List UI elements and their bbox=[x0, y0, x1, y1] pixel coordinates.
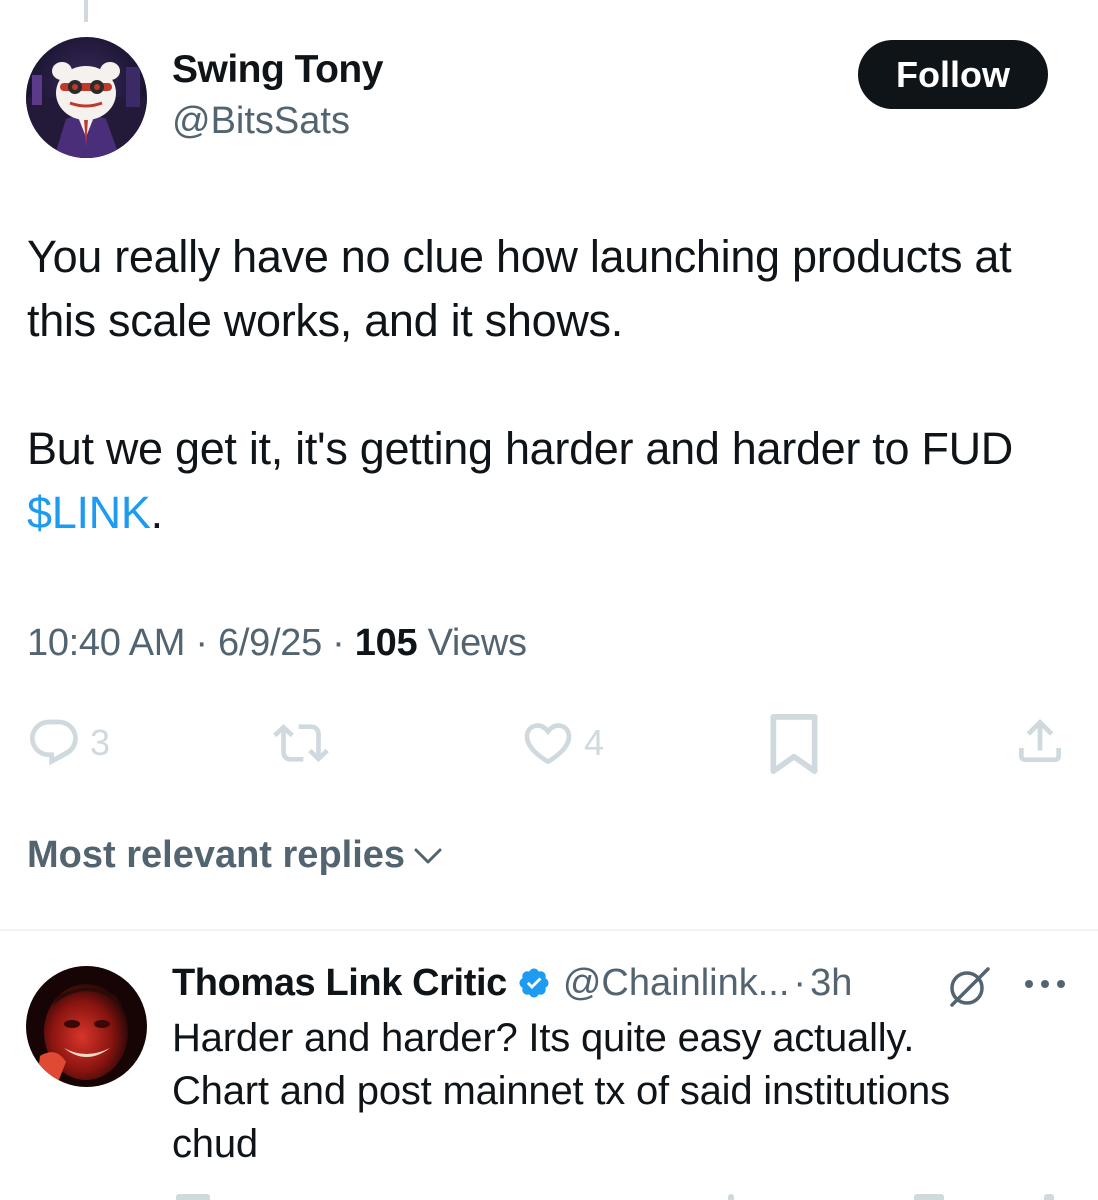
grok-icon[interactable] bbox=[944, 962, 994, 1012]
like-button[interactable]: 4 bbox=[520, 715, 604, 771]
chevron-down-icon bbox=[414, 848, 442, 863]
meta-separator: · bbox=[332, 622, 345, 664]
replies-sort-label: Most relevant replies bbox=[27, 834, 406, 876]
tweet-time[interactable]: 10:40 AM bbox=[27, 622, 185, 664]
tweet-date[interactable]: 6/9/25 bbox=[218, 622, 322, 664]
reply-share-icon[interactable] bbox=[1044, 1194, 1054, 1200]
reply-author-avatar[interactable] bbox=[26, 966, 147, 1087]
reply-like-icon[interactable] bbox=[728, 1194, 734, 1200]
bookmark-button[interactable] bbox=[768, 713, 820, 775]
tweet-paragraph-2: But we get it, it's getting harder and h… bbox=[27, 417, 1067, 545]
reply-button[interactable]: 3 bbox=[26, 715, 110, 771]
reply-body: Harder and harder? Its quite easy actual… bbox=[172, 1012, 1072, 1171]
views-count: 105 bbox=[354, 622, 418, 664]
reply-reply-icon[interactable] bbox=[176, 1194, 210, 1200]
author-display-name[interactable]: Swing Tony bbox=[172, 48, 383, 92]
reply-line: Chart and post mainnet tx of said instit… bbox=[172, 1069, 950, 1113]
retweet-button[interactable] bbox=[270, 715, 332, 771]
like-count: 4 bbox=[584, 722, 605, 763]
section-divider bbox=[0, 929, 1098, 931]
reply-line: chud bbox=[172, 1122, 258, 1166]
views-label: Views bbox=[427, 622, 527, 664]
author-avatar[interactable] bbox=[26, 37, 147, 158]
share-button[interactable] bbox=[1012, 712, 1068, 770]
tweet-paragraph-1: You really have no clue how launching pr… bbox=[27, 231, 1012, 346]
reply-icon bbox=[30, 719, 78, 766]
tweet-paragraph-2-suffix: . bbox=[150, 487, 164, 538]
follow-button[interactable]: Follow bbox=[858, 40, 1048, 109]
reply-action-bar bbox=[172, 1190, 1072, 1200]
thread-connector-line bbox=[84, 0, 88, 22]
tweet-meta: 10:40 AM · 6/9/25 · 105 Views bbox=[27, 622, 527, 665]
replies-sort-dropdown[interactable]: Most relevant replies bbox=[27, 834, 443, 877]
reply-handle[interactable]: @Chainlink... bbox=[563, 962, 790, 1005]
retweet-icon bbox=[273, 724, 329, 762]
reply-bookmark-icon[interactable] bbox=[914, 1194, 944, 1200]
reply-time[interactable]: 3h bbox=[810, 962, 852, 1005]
cashtag-link[interactable]: $LINK bbox=[27, 487, 151, 538]
heart-icon bbox=[524, 723, 572, 765]
reply-header: Thomas Link Critic @Chainlink... · 3h bbox=[172, 958, 852, 1008]
tweet-paragraph-2-text: But we get it, it's getting harder and h… bbox=[27, 423, 1014, 474]
tweet-body: You really have no clue how launching pr… bbox=[27, 225, 1067, 545]
author-handle[interactable]: @BitsSats bbox=[172, 100, 350, 143]
meta-separator: · bbox=[195, 622, 208, 664]
reply-count: 3 bbox=[90, 722, 111, 763]
bookmark-icon bbox=[770, 714, 818, 774]
reply-avatar-image bbox=[26, 966, 147, 1087]
reply-display-name[interactable]: Thomas Link Critic bbox=[172, 962, 507, 1005]
reply-separator: · bbox=[793, 961, 807, 1004]
author-avatar-image bbox=[26, 37, 147, 158]
share-icon bbox=[1019, 719, 1061, 762]
more-options-icon[interactable] bbox=[1022, 976, 1068, 992]
reply-line: Harder and harder? Its quite easy actual… bbox=[172, 1016, 915, 1060]
verified-badge-icon[interactable] bbox=[517, 966, 551, 1000]
